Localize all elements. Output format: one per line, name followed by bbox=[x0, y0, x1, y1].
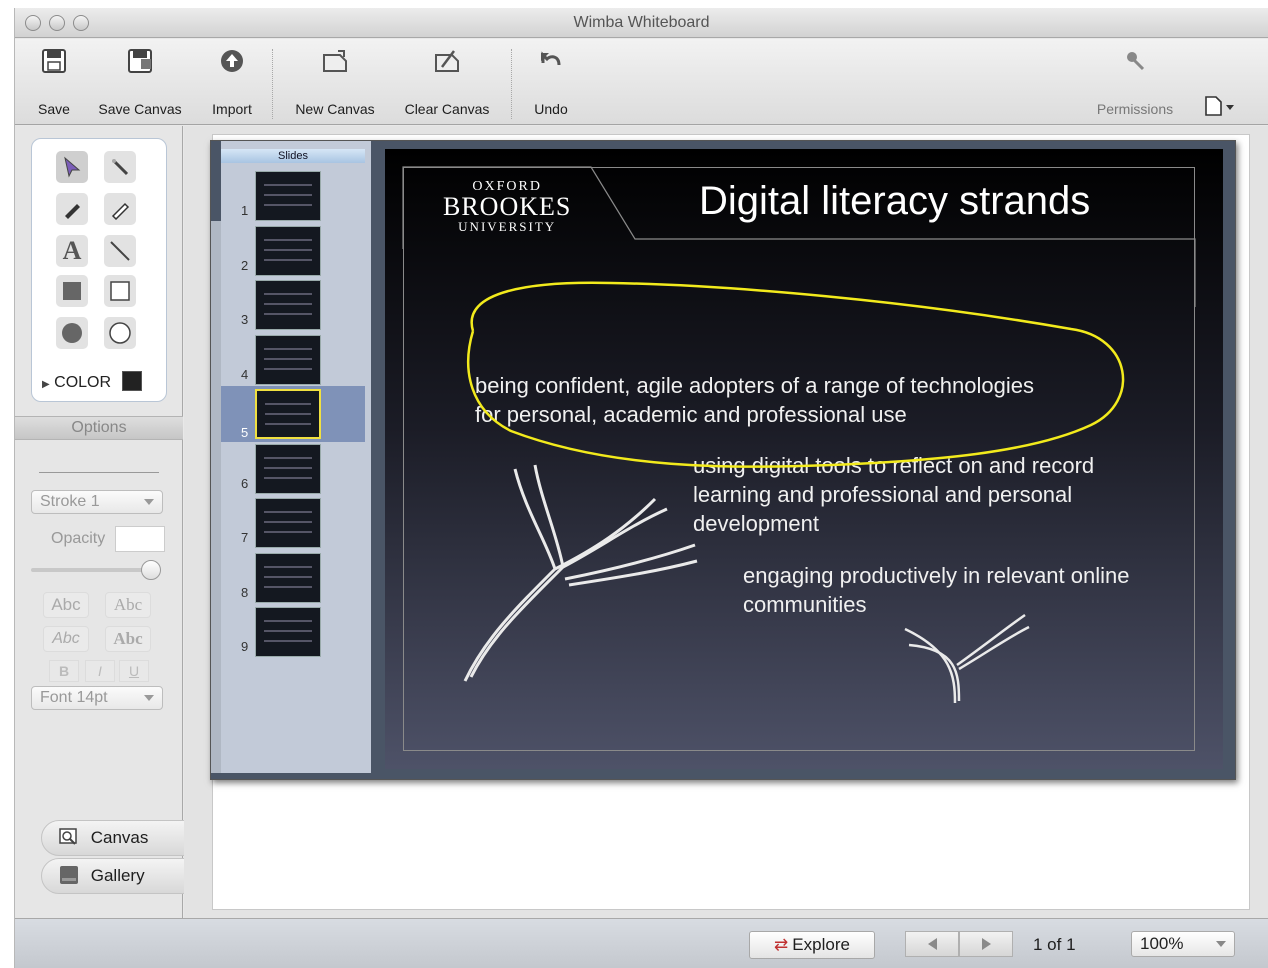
line-icon bbox=[110, 241, 130, 261]
new-canvas-icon bbox=[293, 47, 377, 77]
pencil-icon bbox=[111, 202, 130, 220]
tool-palette: A ▶ COLOR Options Stroke 1 Opacity Abc A… bbox=[15, 126, 191, 918]
zoom-value: 100% bbox=[1140, 934, 1184, 953]
toolbar-separator bbox=[272, 49, 273, 119]
arrow-pointer-icon bbox=[64, 156, 81, 178]
chevron-down-icon bbox=[1216, 941, 1226, 947]
magic-wand-tool[interactable] bbox=[104, 151, 136, 183]
main-toolbar: Save Save Canvas Import New Canvas Clear… bbox=[15, 39, 1268, 125]
text-style-bold-serif[interactable]: Abc bbox=[105, 626, 151, 652]
text-style-plain[interactable]: Abc bbox=[43, 592, 89, 618]
pencil-tool[interactable] bbox=[104, 193, 136, 225]
permissions-button[interactable]: Permissions bbox=[1091, 47, 1179, 117]
canvas-tab[interactable]: Canvas bbox=[41, 820, 191, 856]
line-tool[interactable] bbox=[104, 235, 136, 267]
select-arrow-tool[interactable] bbox=[56, 151, 88, 183]
explore-button[interactable]: ⇄ Explore bbox=[749, 931, 875, 959]
previous-page-button[interactable] bbox=[905, 931, 959, 957]
opacity-preview bbox=[115, 526, 165, 552]
zoom-window-button[interactable] bbox=[73, 15, 89, 31]
filled-ellipse-tool[interactable] bbox=[56, 317, 88, 349]
text-style-italic[interactable]: Abc bbox=[43, 626, 89, 652]
triangle-left-icon bbox=[927, 938, 937, 950]
new-canvas-button[interactable]: New Canvas bbox=[293, 47, 377, 117]
clear-canvas-label: Clear Canvas bbox=[404, 101, 490, 117]
options-header: Options bbox=[15, 416, 183, 440]
opacity-label: Opacity bbox=[51, 530, 106, 547]
gallery-tab-label: Gallery bbox=[90, 866, 145, 885]
rectangle-tool[interactable] bbox=[104, 275, 136, 307]
stroke-preview bbox=[39, 472, 159, 473]
text-style-serif[interactable]: Abc bbox=[105, 592, 151, 618]
text-tool[interactable]: A bbox=[56, 235, 88, 267]
chevron-down-icon bbox=[144, 695, 154, 701]
filled-square-icon bbox=[63, 282, 81, 300]
gallery-tab[interactable]: Gallery bbox=[41, 858, 191, 894]
filled-circle-icon bbox=[62, 323, 82, 343]
import-icon bbox=[207, 47, 257, 77]
underline-button[interactable]: U bbox=[119, 660, 149, 682]
marker-icon bbox=[65, 204, 80, 219]
explore-arrows-icon: ⇄ bbox=[774, 935, 789, 954]
disclosure-triangle-icon: ▶ bbox=[42, 379, 50, 390]
color-swatch[interactable] bbox=[121, 371, 142, 391]
undo-button[interactable]: Undo bbox=[531, 47, 571, 117]
marker-tool[interactable] bbox=[56, 193, 88, 225]
square-outline-icon bbox=[110, 281, 130, 301]
opacity-slider[interactable] bbox=[31, 568, 151, 572]
status-bar: ⇄ Explore 1 of 1 100% bbox=[15, 918, 1268, 968]
key-icon bbox=[1091, 47, 1179, 77]
import-button[interactable]: Import bbox=[207, 47, 257, 117]
save-label: Save bbox=[38, 101, 70, 117]
canvas-tab-label: Canvas bbox=[90, 828, 149, 847]
filled-rectangle-tool[interactable] bbox=[56, 275, 88, 307]
stroke-select[interactable]: Stroke 1 bbox=[31, 490, 163, 514]
chevron-down-icon bbox=[144, 499, 154, 505]
undo-label: Undo bbox=[534, 101, 568, 117]
color-picker[interactable]: ▶ COLOR bbox=[42, 371, 142, 392]
import-label: Import bbox=[212, 101, 252, 117]
next-page-button[interactable] bbox=[959, 931, 1013, 957]
window-title: Wimba Whiteboard bbox=[573, 14, 710, 31]
stroke-value: Stroke 1 bbox=[40, 493, 100, 510]
drawing-tools: A ▶ COLOR bbox=[31, 138, 167, 402]
toolbar-separator bbox=[511, 49, 512, 119]
save-canvas-icon bbox=[97, 47, 183, 77]
text-a-icon: A bbox=[62, 236, 82, 265]
triangle-right-icon bbox=[981, 938, 991, 950]
save-button[interactable]: Save bbox=[37, 47, 71, 117]
bold-button[interactable]: B bbox=[49, 660, 79, 682]
close-window-button[interactable] bbox=[25, 15, 41, 31]
ellipse-tool[interactable] bbox=[104, 317, 136, 349]
clear-canvas-button[interactable]: Clear Canvas bbox=[401, 47, 493, 117]
gallery-icon bbox=[58, 863, 80, 897]
undo-icon bbox=[531, 47, 571, 77]
save-canvas-label: Save Canvas bbox=[98, 101, 182, 117]
font-size-value: Font 14pt bbox=[40, 689, 108, 706]
permissions-label: Permissions bbox=[1096, 101, 1174, 117]
circle-outline-icon bbox=[109, 322, 131, 344]
floppy-disk-icon bbox=[37, 47, 71, 77]
wand-icon bbox=[111, 158, 129, 176]
opacity-slider-knob[interactable] bbox=[141, 560, 161, 580]
color-label: COLOR bbox=[54, 374, 112, 391]
italic-button[interactable]: I bbox=[85, 660, 115, 682]
new-canvas-label: New Canvas bbox=[295, 101, 375, 117]
yellow-freehand-annotation bbox=[467, 281, 1125, 468]
title-bar: Wimba Whiteboard bbox=[15, 8, 1268, 38]
minimize-window-button[interactable] bbox=[49, 15, 65, 31]
magnifier-canvas-icon bbox=[58, 825, 80, 859]
clear-canvas-icon bbox=[401, 47, 493, 77]
font-size-select[interactable]: Font 14pt bbox=[31, 686, 163, 710]
imported-slide-image[interactable]: Slides 123456789 OXFORD BROOKES UNIVERSI… bbox=[210, 140, 1236, 780]
save-canvas-button[interactable]: Save Canvas bbox=[97, 47, 183, 117]
page-indicator: 1 of 1 bbox=[1033, 935, 1076, 954]
document-dropdown-icon bbox=[1202, 96, 1236, 120]
explore-label: Explore bbox=[792, 935, 850, 954]
zoom-select[interactable]: 100% bbox=[1131, 931, 1235, 957]
document-menu-button[interactable] bbox=[1201, 95, 1237, 120]
